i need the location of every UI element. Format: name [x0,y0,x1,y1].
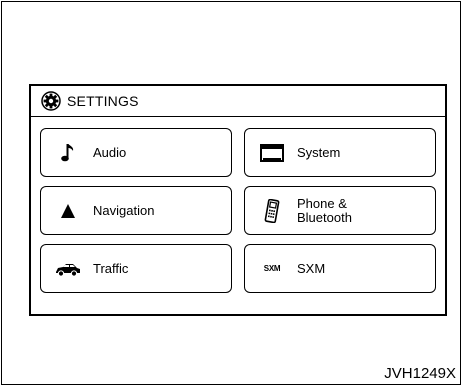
phone-icon [259,198,285,224]
navigation-arrow-icon [55,198,81,224]
navigation-button[interactable]: Navigation [40,186,232,235]
navigation-label: Navigation [93,202,155,218]
sxm-label: SXM [297,260,326,276]
figure-id: JVH1249X [384,365,456,382]
traffic-label: Traffic [93,260,129,276]
system-label: System [297,144,341,160]
sxm-button[interactable]: SXM SXM [244,244,436,293]
audio-button[interactable]: Audio [40,128,232,177]
monitor-icon [259,140,285,166]
traffic-button[interactable]: Traffic [40,244,232,293]
phone-bluetooth-label: Phone & Bluetooth [297,195,352,225]
gear-icon [41,91,61,111]
system-button[interactable]: System [244,128,436,177]
sxm-icon: SXM [263,264,281,273]
page-title: SETTINGS [67,93,139,109]
screen-header: SETTINGS [31,86,445,117]
music-note-icon [55,140,81,166]
audio-label: Audio [93,144,127,160]
traffic-cars-icon [55,256,81,282]
phone-bluetooth-button[interactable]: Phone & Bluetooth [244,186,436,235]
settings-screen: SETTINGS Audio System Navigation Phone &… [29,84,447,316]
